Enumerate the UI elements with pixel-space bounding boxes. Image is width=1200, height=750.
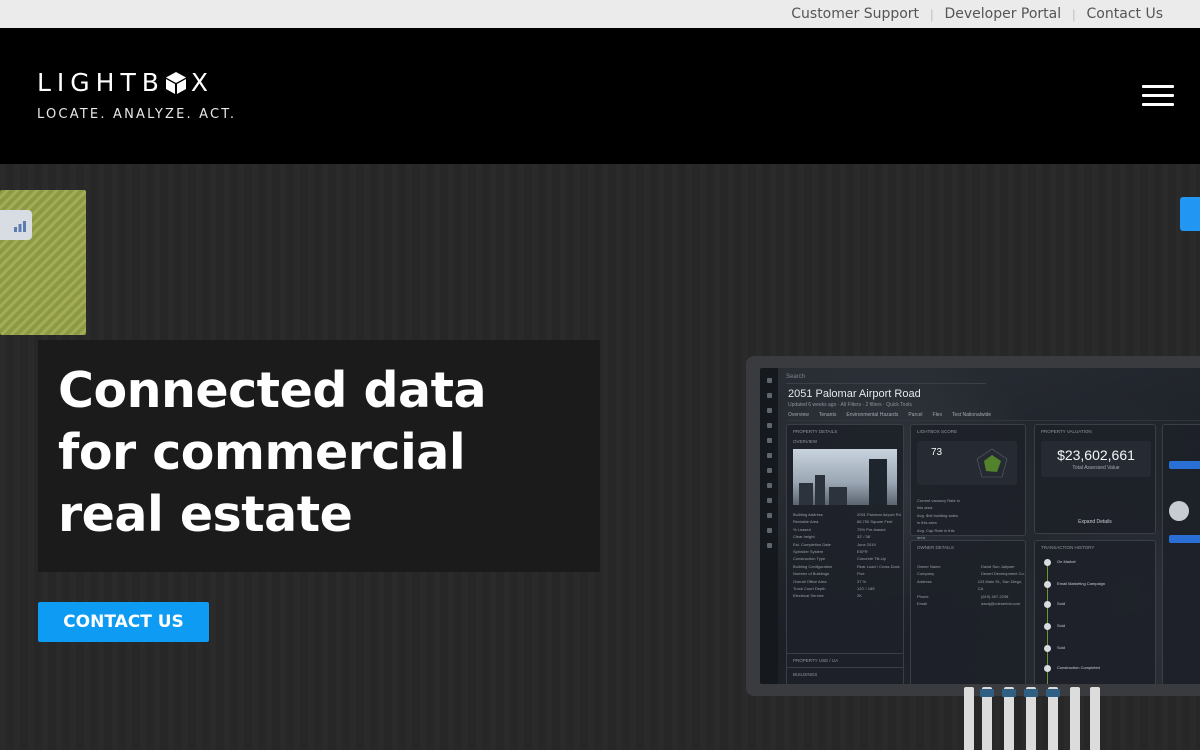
transaction-history-panel: Transaction History On Market Email Mark…: [1034, 540, 1156, 684]
lightbox-logo[interactable]: LIGHTB X LOCATE. ANALYZE. ACT.: [37, 68, 236, 122]
avatar: [1169, 501, 1189, 521]
utility-nav: Customer Support | Developer Portal | Co…: [0, 0, 1200, 28]
panel-heading: Owner Details: [917, 545, 954, 550]
site-header: LIGHTB X LOCATE. ANALYZE. ACT.: [0, 28, 1200, 164]
section-buildings: Buildings: [787, 667, 903, 681]
customer-support-link[interactable]: Customer Support: [791, 6, 919, 22]
timeline-dot: [1044, 581, 1051, 588]
building-photo: [793, 449, 897, 505]
property-rows: Building Address 2051 Palomar Airport Rd …: [793, 512, 901, 599]
timeline-dot: [1044, 559, 1051, 566]
screen-sidebar: [760, 368, 778, 684]
screen-tab: Tenants: [818, 412, 837, 418]
timeline-dot: [1044, 623, 1051, 630]
valuation-card: $23,602,661 Total Assessed Value: [1041, 441, 1151, 477]
logo-text-left: LIGHTB: [37, 68, 165, 97]
developer-portal-link[interactable]: Developer Portal: [944, 6, 1061, 22]
screen-subtitle: Updated 6 weeks ago · All Filters · 2 fi…: [788, 402, 912, 408]
screen-tabs: Overview Tenants Environmental Hazards P…: [788, 412, 1200, 421]
panel-subheading: Overview: [793, 439, 818, 444]
screen-tab: Test Nationalwide: [951, 412, 992, 418]
timeline-dot: [1044, 601, 1051, 608]
score-value: 73: [931, 447, 943, 458]
lightbox-score-panel: LightBox Score 73 Current vacancy Rate i…: [910, 424, 1026, 540]
monitor-stand: [964, 687, 1110, 750]
panel-heading: LightBox Score: [917, 429, 958, 434]
screen-property-title: 2051 Palomar Airport Road: [788, 388, 921, 400]
cube-icon: [165, 71, 186, 94]
timeline-entry: Sold: [1057, 623, 1066, 628]
monitor-mockup: Search 2051 Palomar Airport Road Updated…: [746, 356, 1200, 696]
logo-wordmark: LIGHTB X: [37, 68, 236, 97]
property-valuation-panel: Property Valuation $23,602,661 Total Ass…: [1034, 424, 1156, 534]
section-property-use: Property Use / UA: [787, 653, 903, 667]
timeline-dot: [1044, 665, 1051, 672]
menu-bar: [1142, 94, 1174, 97]
valuation-label: Total Assessed Value: [1072, 465, 1120, 471]
screen-tab: Environmental Hazards: [846, 412, 899, 418]
hero-headline: Connected data for commercial real estat…: [58, 362, 487, 543]
timeline-dot: [1044, 645, 1051, 652]
panel-heading: Transaction History: [1041, 545, 1095, 550]
side-tab[interactable]: [1180, 197, 1200, 231]
timeline-entry: Sold: [1057, 601, 1066, 606]
valuation-amount: $23,602,661: [1057, 447, 1135, 463]
owner-details-panel: Owner Details Owner Name David Sun Jalipu…: [910, 540, 1026, 684]
menu-bar: [1142, 85, 1174, 88]
bar-chart-icon: [14, 221, 26, 232]
tool-button: [1169, 461, 1200, 469]
owner-rows: Owner Name David Sun Jalipuer Company Dese…: [917, 564, 1025, 607]
timeline-entry: Email Marketing Campaign: [1057, 581, 1106, 586]
property-tools-panel: [1162, 424, 1200, 684]
utility-separator: |: [930, 6, 934, 22]
hero-section: Connected data for commercial real estat…: [0, 164, 1200, 750]
logo-tagline: LOCATE. ANALYZE. ACT.: [37, 107, 237, 122]
screen-tab: Parcel: [908, 412, 923, 418]
panel-heading: Property Valuation: [1041, 429, 1092, 434]
timeline-entry: Sold: [1057, 645, 1066, 650]
screen-tab: Overview: [788, 412, 809, 418]
hamburger-menu-icon[interactable]: [1142, 85, 1175, 107]
chart-chip: [0, 210, 32, 240]
contact-us-link[interactable]: Contact Us: [1087, 6, 1163, 22]
property-details-panel: Property Details Overview Building Addre…: [786, 424, 904, 684]
screen-search: Search: [786, 374, 986, 384]
score-rows: Current vacancy Rate in this area Avg. $…: [917, 498, 960, 541]
radar-chart-icon: [976, 448, 1008, 478]
headline-box: Connected data for commercial real estat…: [38, 340, 600, 572]
score-card: 73: [917, 441, 1017, 485]
contact-us-button[interactable]: CONTACT US: [38, 602, 209, 642]
logo-text-right: X: [190, 68, 215, 97]
screen-tab: Flex: [932, 412, 942, 418]
expand-details-link: Expand Details: [1078, 519, 1112, 525]
utility-separator: |: [1072, 6, 1076, 22]
timeline-entry: On Market: [1057, 559, 1076, 564]
timeline-entry: Construction Completed: [1057, 665, 1100, 670]
tool-button: [1169, 535, 1200, 543]
menu-bar: [1142, 103, 1174, 106]
app-screen: Search 2051 Palomar Airport Road Updated…: [760, 368, 1200, 684]
map-thumbnail: [0, 190, 86, 335]
